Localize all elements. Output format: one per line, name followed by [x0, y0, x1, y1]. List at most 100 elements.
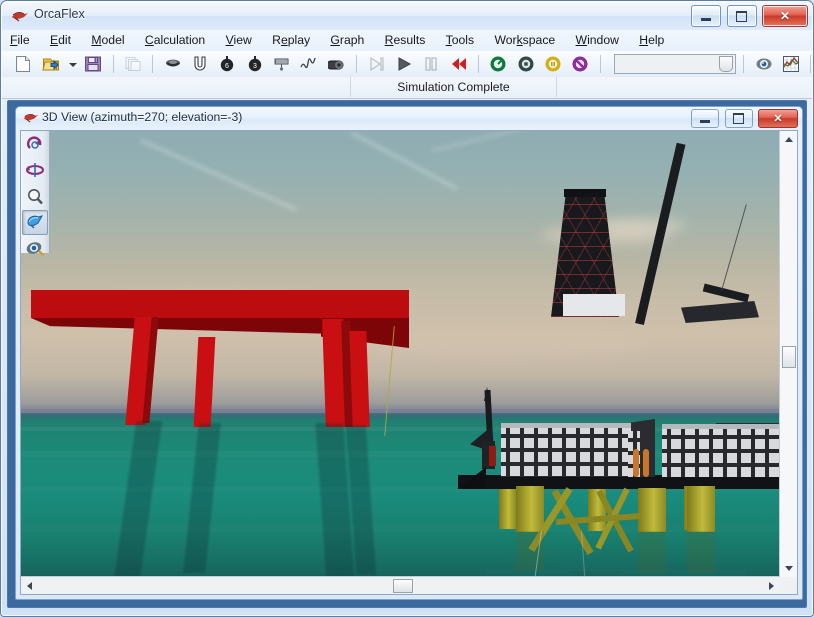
- 3d-view-window-controls: ✕: [689, 109, 798, 128]
- menu-workspace[interactable]: Workspace: [486, 30, 564, 50]
- six-dof-icon[interactable]: 6: [215, 52, 239, 76]
- magnet-icon[interactable]: [188, 52, 212, 76]
- chevron-right-icon: [769, 581, 774, 590]
- menu-model[interactable]: Model: [83, 30, 133, 50]
- pause-yellow-icon[interactable]: [541, 52, 565, 76]
- menu-results[interactable]: Results: [377, 30, 435, 50]
- run-purple-icon[interactable]: [568, 52, 592, 76]
- 3d-view-minimize-button[interactable]: [691, 109, 720, 128]
- status-strip: Simulation Complete: [2, 77, 812, 99]
- three-dof-icon[interactable]: 3: [243, 52, 267, 76]
- graph-icon[interactable]: [779, 52, 803, 76]
- scroll-up-button[interactable]: [780, 131, 797, 148]
- horizontal-scroll-thumb[interactable]: [393, 579, 413, 593]
- viewport-horizontal-scrollbar[interactable]: [21, 576, 780, 594]
- pause-icon[interactable]: [419, 52, 443, 76]
- rotate-view-icon[interactable]: [22, 132, 48, 157]
- 3d-view-title: 3D View (azimuth=270; elevation=-3): [42, 110, 243, 124]
- svg-text:3: 3: [253, 63, 257, 70]
- menu-file[interactable]: File: [2, 30, 39, 50]
- menu-calculation[interactable]: Calculation: [137, 30, 214, 50]
- module-window-grid: [662, 428, 780, 477]
- open-file-icon[interactable]: [39, 52, 63, 76]
- 3d-view-maximize-button[interactable]: [724, 109, 753, 128]
- new-file-icon[interactable]: [11, 52, 35, 76]
- menu-replay[interactable]: Replay: [264, 30, 319, 50]
- static-state-icon[interactable]: [161, 52, 185, 76]
- chevron-left-icon: [27, 581, 32, 590]
- mdi-client-area: 3D View (azimuth=270; elevation=-3) ✕: [7, 100, 807, 608]
- buoyancy-column: [687, 486, 715, 532]
- shape-icon[interactable]: [325, 52, 349, 76]
- lifeboat: [643, 449, 649, 477]
- 3d-view-close-button[interactable]: ✕: [758, 109, 798, 128]
- main-deck: [458, 475, 780, 489]
- derrick-white-band: [563, 294, 625, 316]
- column-submerged: [638, 531, 666, 573]
- close-icon: ✕: [773, 113, 783, 125]
- minimize-button[interactable]: [691, 5, 722, 27]
- chevron-up-icon: [784, 137, 793, 142]
- jacket-deck-top: [31, 290, 409, 318]
- toolbar-separator: [743, 55, 745, 73]
- window-controls: ✕: [689, 5, 808, 27]
- toolbar-separator: [356, 55, 358, 73]
- buoyancy-column: [516, 486, 544, 532]
- lifeboat: [633, 449, 639, 477]
- red-tank: [489, 446, 496, 466]
- open-dropdown-arrow[interactable]: [66, 52, 78, 76]
- rewind-icon[interactable]: [447, 52, 471, 76]
- menu-tools[interactable]: Tools: [438, 30, 483, 50]
- zoom-magnifier-icon[interactable]: [22, 184, 48, 209]
- column-submerged: [687, 531, 715, 573]
- orcaflex-logo-icon: [11, 9, 29, 23]
- close-icon: ✕: [779, 9, 791, 23]
- save-icon[interactable]: [81, 52, 105, 76]
- app-title: OrcaFlex: [34, 7, 85, 21]
- 3d-view-window: 3D View (azimuth=270; elevation=-3) ✕: [15, 106, 803, 600]
- winch-icon[interactable]: [270, 52, 294, 76]
- scroll-left-button[interactable]: [21, 577, 38, 594]
- play-replay-icon[interactable]: [392, 52, 416, 76]
- copy-icon[interactable]: [121, 52, 145, 76]
- view-eye-icon[interactable]: [752, 52, 776, 76]
- menu-window[interactable]: Window: [568, 30, 628, 50]
- orcaflex-main-window: OrcaFlex ✕ File Edit Model Calculation V…: [0, 0, 814, 617]
- toolbar-separator: [152, 55, 154, 73]
- module-window-grid: [501, 427, 631, 477]
- shaded-view-icon[interactable]: [22, 210, 48, 235]
- cloud: [596, 219, 686, 232]
- close-button[interactable]: ✕: [762, 5, 808, 27]
- statics-grey-icon[interactable]: [514, 52, 538, 76]
- single-step-icon[interactable]: [365, 52, 389, 76]
- viewport-vertical-scrollbar[interactable]: [779, 131, 797, 577]
- buoyancy-column: [638, 488, 666, 532]
- reset-green-icon[interactable]: [486, 52, 510, 76]
- main-titlebar: OrcaFlex ✕: [2, 2, 812, 30]
- offshore-semisubmersible-3d-scene[interactable]: [21, 131, 780, 577]
- menu-edit[interactable]: Edit: [42, 30, 80, 50]
- menu-view[interactable]: View: [218, 30, 261, 50]
- pan-eye-icon[interactable]: [22, 236, 48, 261]
- maximize-icon: [726, 110, 752, 127]
- pontoon-connector: [557, 559, 637, 571]
- maximize-button[interactable]: [726, 5, 757, 27]
- jacket-leg: [349, 331, 370, 427]
- view-tool-strip: [21, 131, 50, 256]
- replay-progress-slider[interactable]: [613, 54, 736, 74]
- minimize-icon: [692, 6, 720, 26]
- scroll-right-button[interactable]: [763, 577, 780, 594]
- menu-graph[interactable]: Graph: [322, 30, 373, 50]
- vertical-scroll-thumb[interactable]: [782, 346, 796, 368]
- maximize-icon: [728, 6, 756, 26]
- link-spring-icon[interactable]: [297, 52, 321, 76]
- simulation-status-text: Simulation Complete: [350, 77, 557, 97]
- spin-view-icon[interactable]: [22, 158, 48, 183]
- scroll-down-button[interactable]: [780, 560, 797, 577]
- toolbar-separator: [112, 55, 114, 73]
- 3d-view-titlebar[interactable]: 3D View (azimuth=270; elevation=-3) ✕: [16, 107, 802, 129]
- svg-text:6: 6: [225, 63, 229, 70]
- replay-progress-thumb[interactable]: [718, 56, 733, 72]
- main-toolbar: 6 3: [2, 51, 812, 78]
- menu-help[interactable]: Help: [631, 30, 673, 50]
